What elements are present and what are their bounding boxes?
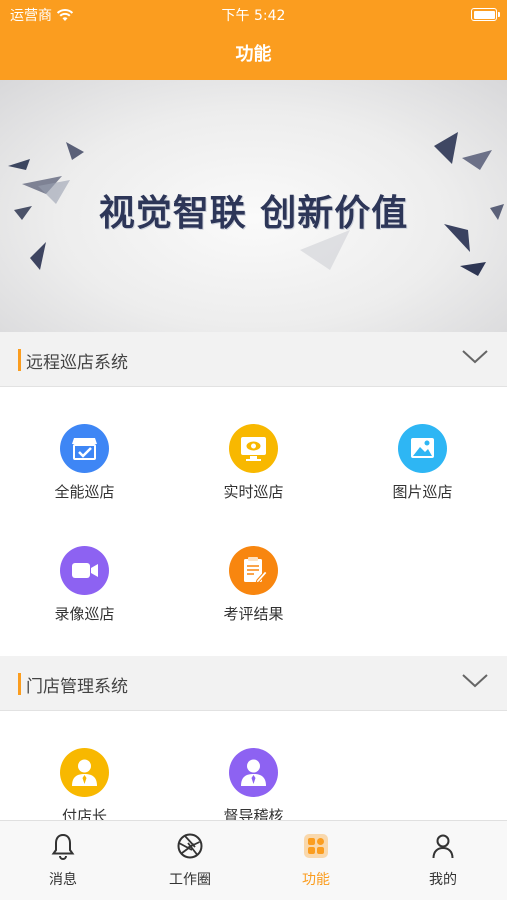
live-monitor-icon	[229, 424, 278, 473]
grid-item-live-inspection[interactable]: 实时巡店	[169, 424, 338, 524]
section-title: 远程巡店系统	[26, 353, 128, 373]
grid-item-label: 图片巡店	[392, 483, 453, 501]
page-title: 功能	[235, 44, 272, 65]
grid-item-all-inspection[interactable]: 全能巡店	[0, 424, 169, 524]
status-bar: 运营商 下午 5:42	[0, 0, 507, 28]
bottom-tab-bar: 消息 工作圈 功能 我的	[0, 820, 507, 900]
chevron-down-icon[interactable]	[461, 672, 489, 690]
banner-slogan: 视觉智联 创新价值	[98, 193, 409, 234]
status-time: 下午 5:42	[221, 8, 286, 24]
promo-banner[interactable]: 视觉智联 创新价值	[0, 80, 507, 332]
store-check-icon	[60, 424, 109, 473]
tab-functions[interactable]: 功能	[253, 821, 379, 900]
tab-label: 我的	[429, 872, 457, 888]
tab-profile[interactable]: 我的	[380, 821, 506, 900]
grid-item-evaluation-result[interactable]: 考评结果	[169, 546, 338, 646]
tab-messages[interactable]: 消息	[0, 821, 126, 900]
aperture-icon	[177, 833, 203, 859]
section-title: 门店管理系统	[26, 677, 128, 697]
bell-icon	[51, 833, 75, 860]
grid-item-label: 全能巡店	[54, 483, 115, 501]
tab-label: 功能	[302, 872, 330, 888]
chevron-down-icon[interactable]	[461, 348, 489, 366]
grid-item-video-inspection[interactable]: 录像巡店	[0, 546, 169, 646]
section-header-remote-inspection[interactable]: 远程巡店系统	[0, 332, 507, 387]
manager-person-icon	[60, 748, 109, 797]
tab-work-circle[interactable]: 工作圈	[127, 821, 253, 900]
section-header-store-management[interactable]: 门店管理系统	[0, 656, 507, 711]
grid-item-label: 录像巡店	[54, 605, 115, 623]
grid-item-label: 实时巡店	[223, 483, 284, 501]
supervisor-person-icon	[229, 748, 278, 797]
evaluation-doc-icon	[229, 546, 278, 595]
tab-label: 工作圈	[169, 872, 211, 888]
tab-label: 消息	[49, 872, 77, 888]
video-camera-icon	[60, 546, 109, 595]
apps-grid-icon	[304, 834, 328, 858]
grid-item-picture-inspection[interactable]: 图片巡店	[338, 424, 507, 524]
battery-icon	[471, 8, 500, 21]
picture-icon	[398, 424, 447, 473]
section-accent-bar	[18, 349, 21, 371]
grid-item-label: 考评结果	[223, 605, 284, 623]
section-accent-bar	[18, 673, 21, 695]
user-icon	[432, 834, 454, 859]
app-header: 运营商 下午 5:42 功能	[0, 0, 507, 80]
